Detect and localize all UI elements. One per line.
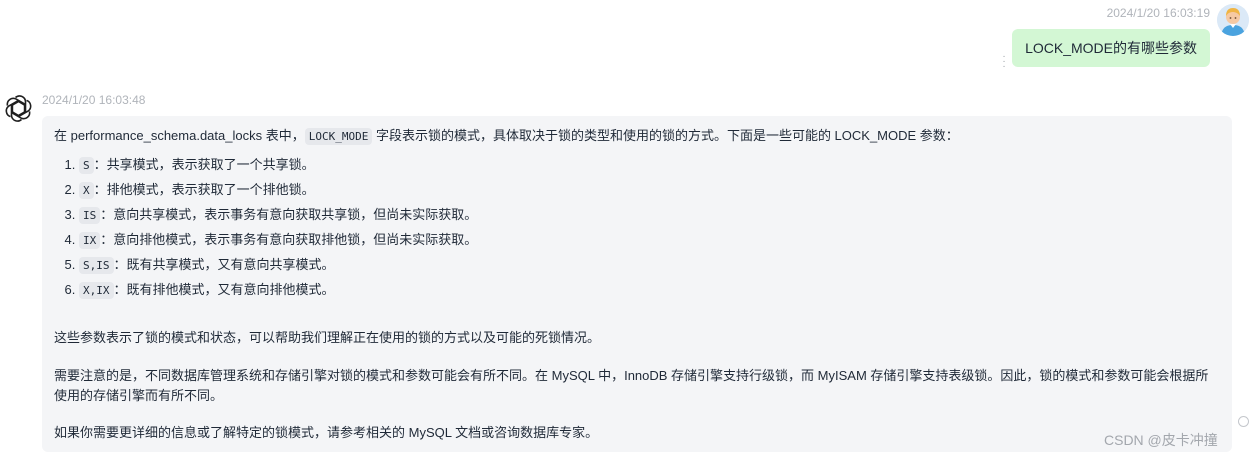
list-item-desc: ：意向排他模式，表示事务有意向获取排他锁，但尚未实际获取。 bbox=[100, 232, 478, 247]
assistant-message-timestamp: 2024/1/20 16:03:48 bbox=[42, 93, 146, 107]
more-options-icon[interactable]: · · · bbox=[1001, 52, 1007, 72]
list-item: IX：意向排他模式，表示事务有意向获取排他锁，但尚未实际获取。 bbox=[79, 227, 1220, 252]
inline-code: IX bbox=[79, 232, 101, 249]
list-item-desc: ：既有共享模式，又有意向共享模式。 bbox=[113, 257, 335, 272]
list-item: S,IS：既有共享模式，又有意向共享模式。 bbox=[79, 252, 1220, 277]
intro-paragraph: 在 performance_schema.data_locks 表中， LOCK_… bbox=[54, 126, 1220, 146]
inline-code: X,IX bbox=[79, 282, 114, 299]
inline-code: IS bbox=[79, 207, 101, 224]
user-message-bubble: LOCK_MODE的有哪些参数 bbox=[1012, 29, 1210, 67]
assistant-message-bubble: 在 performance_schema.data_locks 表中， LOCK_… bbox=[42, 116, 1232, 452]
inline-code: LOCK_MODE bbox=[304, 128, 373, 145]
inline-code: S,IS bbox=[79, 257, 114, 274]
advice-paragraph: 如果你需要更详细的信息或了解特定的锁模式，请参考相关的 MySQL 文档或咨询数… bbox=[54, 425, 599, 440]
list-item: IS：意向共享模式，表示事务有意向获取共享锁，但尚未实际获取。 bbox=[79, 202, 1220, 227]
inline-code: X bbox=[79, 182, 94, 199]
intro-text-before: 在 performance_schema.data_locks 表中， bbox=[54, 128, 305, 143]
user-avatar-icon[interactable] bbox=[1217, 4, 1249, 36]
list-item: S：共享模式，表示获取了一个共享锁。 bbox=[79, 152, 1220, 177]
user-message-timestamp: 2024/1/20 16:03:19 bbox=[1106, 6, 1210, 20]
inline-code: S bbox=[79, 157, 94, 174]
list-item-desc: ：既有排他模式，又有意向排他模式。 bbox=[113, 282, 335, 297]
watermark-text: CSDN @皮卡冲撞 bbox=[1104, 432, 1218, 448]
chat-page: 2024/1/20 16:03:19 LOCK_MODE的有哪些参数 ··· bbox=[0, 0, 1256, 459]
list-item-desc: ：排他模式，表示获取了一个排他锁。 bbox=[93, 182, 315, 197]
scroll-indicator[interactable] bbox=[1238, 416, 1249, 427]
list-item-desc: ：意向共享模式，表示事务有意向获取共享锁，但尚未实际获取。 bbox=[100, 207, 478, 222]
lock-mode-list: S：共享模式，表示获取了一个共享锁。 X：排他模式，表示获取了一个排他锁。 IS… bbox=[54, 152, 1220, 302]
list-item: X,IX：既有排他模式，又有意向排他模式。 bbox=[79, 277, 1220, 302]
list-item: X：排他模式，表示获取了一个排他锁。 bbox=[79, 177, 1220, 202]
summary-paragraph: 这些参数表示了锁的模式和状态，可以帮助我们理解正在使用的锁的方式以及可能的死锁情… bbox=[54, 330, 601, 345]
intro-text-after: 字段表示锁的模式，具体取决于锁的类型和使用的锁的方式。下面是一些可能的 LOCK… bbox=[372, 128, 959, 143]
openai-logo-icon bbox=[4, 94, 33, 123]
list-item-desc: ：共享模式，表示获取了一个共享锁。 bbox=[93, 157, 315, 172]
note-paragraph: 需要注意的是，不同数据库管理系统和存储引擎对锁的模式和参数可能会有所不同。在 M… bbox=[54, 368, 1209, 403]
